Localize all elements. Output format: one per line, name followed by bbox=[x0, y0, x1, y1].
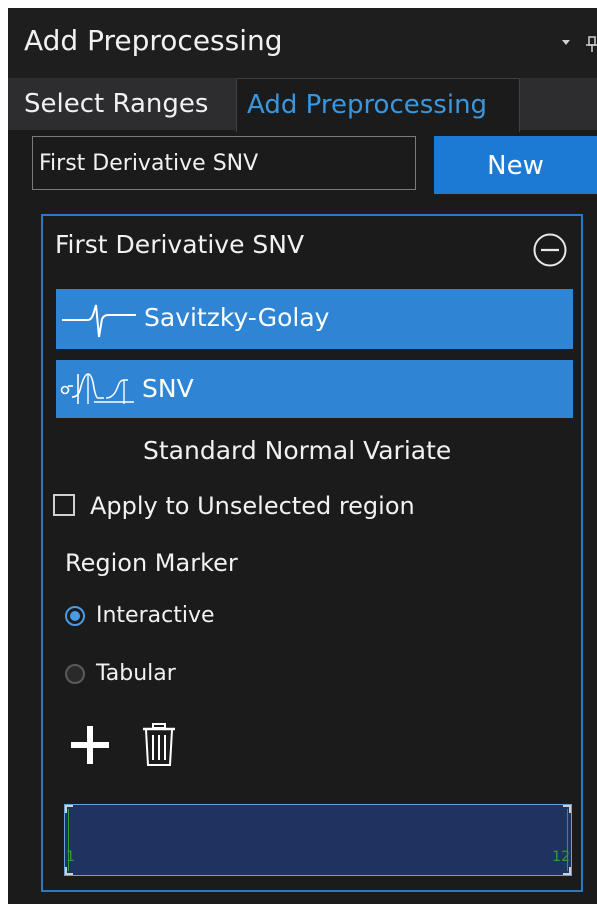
trash-icon[interactable] bbox=[141, 722, 177, 768]
resize-handle-top-left[interactable] bbox=[65, 805, 73, 813]
step-label-savitzky-golay: Savitzky-Golay bbox=[144, 303, 330, 332]
preprocessing-name-input[interactable] bbox=[32, 136, 416, 190]
radio-interactive-dot[interactable] bbox=[65, 606, 85, 626]
radio-tabular-label: Tabular bbox=[96, 661, 176, 686]
panel-title-bar: Add Preprocessing bbox=[8, 8, 597, 78]
tab-add-preprocessing[interactable]: Add Preprocessing bbox=[236, 78, 520, 132]
tab-strip: Select Ranges Add Preprocessing bbox=[8, 78, 597, 132]
panel-title: Add Preprocessing bbox=[24, 24, 283, 57]
step-snv[interactable]: SNV bbox=[56, 360, 573, 418]
region-selector[interactable]: 1 12 bbox=[64, 804, 572, 876]
add-preprocessing-panel: Add Preprocessing Select Ranges Add Prep… bbox=[8, 8, 597, 904]
apply-unselected-label: Apply to Unselected region bbox=[90, 492, 415, 520]
step-description: Standard Normal Variate bbox=[143, 436, 452, 465]
snv-distribution-icon bbox=[60, 373, 134, 404]
tab-select-ranges[interactable]: Select Ranges bbox=[24, 78, 208, 130]
dropdown-arrow-icon[interactable] bbox=[556, 34, 576, 54]
new-button[interactable]: New bbox=[434, 136, 597, 194]
derivative-wave-icon bbox=[62, 304, 136, 338]
apply-unselected-checkbox[interactable] bbox=[53, 494, 75, 516]
region-marker-label: Region Marker bbox=[65, 549, 238, 577]
region-end-label: 12 bbox=[552, 849, 570, 865]
radio-tabular-dot[interactable] bbox=[65, 664, 85, 684]
radio-interactive-label: Interactive bbox=[96, 603, 215, 628]
pin-icon[interactable] bbox=[582, 34, 597, 54]
group-title: First Derivative SNV bbox=[55, 230, 305, 259]
step-savitzky-golay[interactable]: Savitzky-Golay bbox=[56, 289, 573, 349]
plus-icon[interactable] bbox=[69, 724, 111, 766]
preprocessing-group: First Derivative SNV Savitzky-Golay SNV bbox=[41, 214, 583, 892]
resize-handle-bottom-left[interactable] bbox=[65, 867, 73, 875]
region-start-label: 1 bbox=[66, 849, 75, 865]
minus-circle-icon[interactable] bbox=[532, 232, 568, 268]
step-label-snv: SNV bbox=[142, 374, 194, 403]
